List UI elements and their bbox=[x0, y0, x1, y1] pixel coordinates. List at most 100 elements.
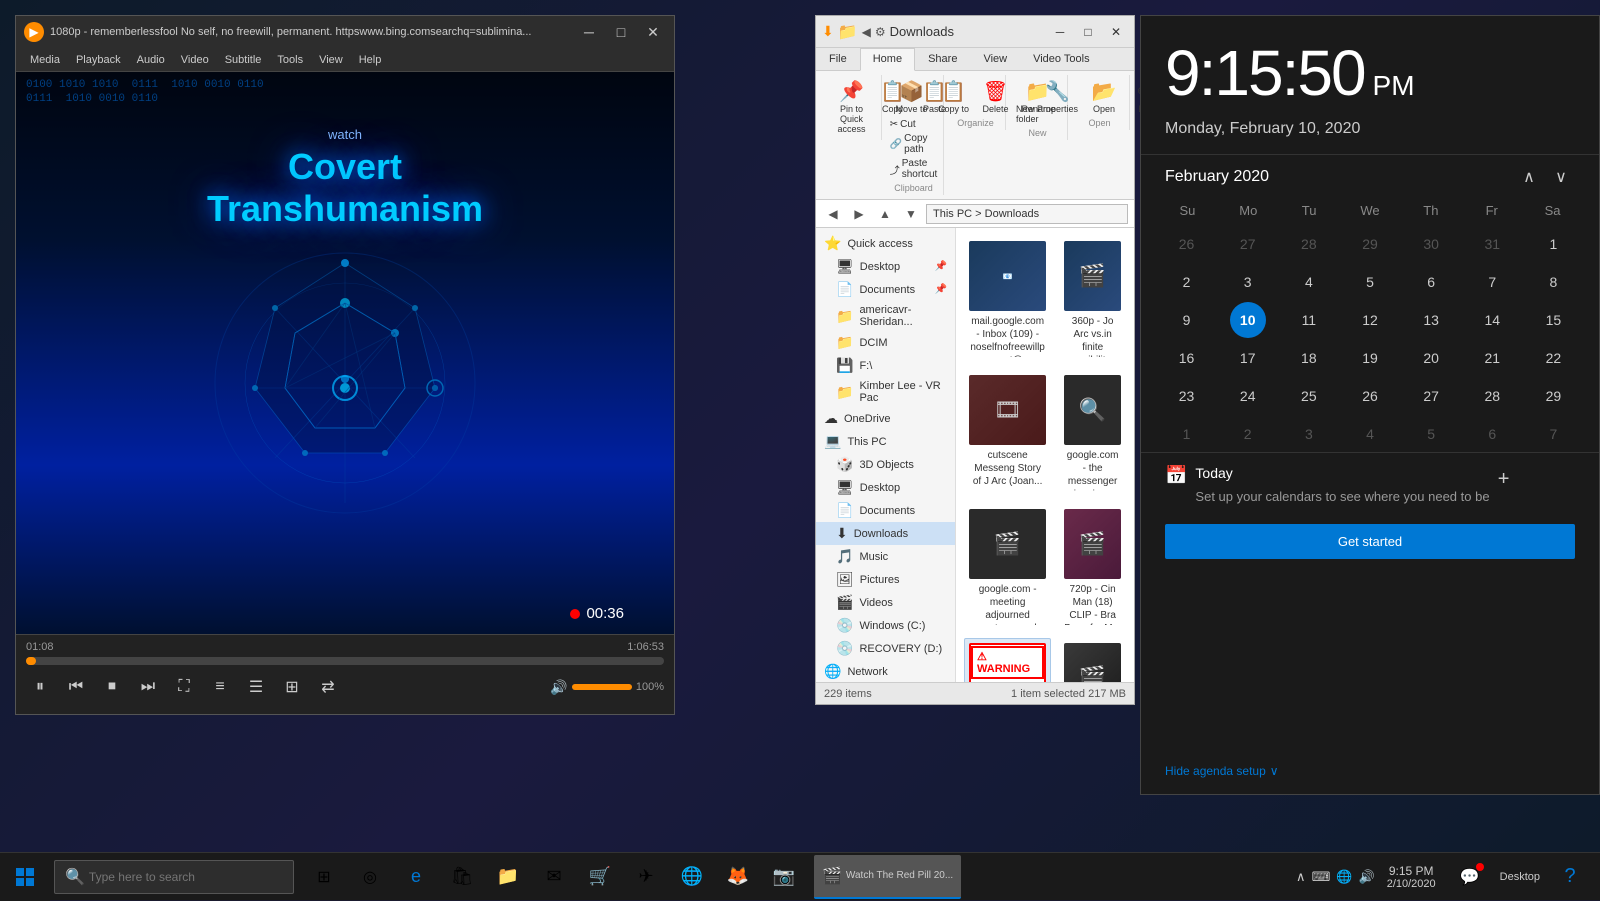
vlc-menu-media[interactable]: Media bbox=[24, 52, 66, 68]
sidebar-item-documents-1[interactable]: 📄 Documents 📌 bbox=[816, 278, 955, 301]
sidebar-item-f-drive[interactable]: 💾 F:\ bbox=[816, 354, 955, 377]
vlc-next-button[interactable]: ⏭ bbox=[134, 673, 162, 701]
recent-button[interactable]: ▼ bbox=[900, 203, 922, 225]
calendar-day-1[interactable]: 1 bbox=[1169, 416, 1205, 452]
tray-network-icon[interactable]: 🌐 bbox=[1336, 869, 1352, 885]
calendar-day-7[interactable]: 7 bbox=[1535, 416, 1571, 452]
taskbar-clock[interactable]: 9:15 PM 2/10/2020 bbox=[1379, 864, 1444, 890]
copy-path-button[interactable]: 🔗 Copy path bbox=[886, 132, 942, 156]
sidebar-item-pictures[interactable]: 🖼 Pictures bbox=[816, 568, 955, 591]
sidebar-item-desktop-1[interactable]: 🖥 Desktop 📌 bbox=[816, 255, 955, 278]
vlc-maximize-button[interactable]: □ bbox=[608, 19, 634, 45]
ribbon-tab-home[interactable]: Home bbox=[860, 48, 915, 71]
ie-button[interactable]: e bbox=[394, 855, 438, 899]
start-button[interactable] bbox=[0, 853, 50, 901]
ribbon-tab-share[interactable]: Share bbox=[915, 48, 970, 70]
sidebar-item-recovery-d[interactable]: 💿 RECOVERY (D:) bbox=[816, 637, 955, 660]
vlc-taskbar-app[interactable]: 🎬 Watch The Red Pill 20... bbox=[814, 855, 961, 899]
calendar-day-3[interactable]: 3 bbox=[1230, 264, 1266, 300]
vlc-menu-video[interactable]: Video bbox=[175, 52, 215, 68]
calendar-day-1[interactable]: 1 bbox=[1535, 226, 1571, 262]
sidebar-item-windows-c[interactable]: 💿 Windows (C:) bbox=[816, 614, 955, 637]
file-item-7[interactable]: 🎬 720p - On all time CLIMAX Prestige 2..… bbox=[1059, 638, 1126, 682]
calendar-day-26[interactable]: 26 bbox=[1352, 378, 1388, 414]
calendar-day-22[interactable]: 22 bbox=[1535, 340, 1571, 376]
ribbon-tab-file[interactable]: File bbox=[816, 48, 860, 70]
store-button[interactable]: 🛍 bbox=[440, 855, 484, 899]
calendar-day-19[interactable]: 19 bbox=[1352, 340, 1388, 376]
sidebar-item-3d-objects[interactable]: 🎲 3D Objects bbox=[816, 453, 955, 476]
calendar-day-13[interactable]: 13 bbox=[1413, 302, 1449, 338]
vlc-ext-button[interactable]: ⊞ bbox=[278, 673, 306, 701]
vlc-minimize-button[interactable]: ─ bbox=[576, 19, 602, 45]
vlc-stop-button[interactable]: ⏹ bbox=[98, 673, 126, 701]
calendar-day-15[interactable]: 15 bbox=[1535, 302, 1571, 338]
calendar-day-8[interactable]: 8 bbox=[1535, 264, 1571, 300]
vlc-menu-audio[interactable]: Audio bbox=[131, 52, 171, 68]
file-item-5[interactable]: 🎬 720p - Cin Man (18) CLIP - Bra Begs fo… bbox=[1059, 504, 1126, 630]
calendar-day-5[interactable]: 5 bbox=[1352, 264, 1388, 300]
sidebar-item-desktop-2[interactable]: 🖥 Desktop bbox=[816, 476, 955, 499]
calendar-prev-button[interactable]: ∧ bbox=[1515, 163, 1543, 191]
firefox-button[interactable]: 🦊 bbox=[716, 855, 760, 899]
calendar-day-23[interactable]: 23 bbox=[1169, 378, 1205, 414]
back-button[interactable]: ◀ bbox=[822, 203, 844, 225]
calendar-day-28[interactable]: 28 bbox=[1291, 226, 1327, 262]
file-item-4[interactable]: 🎬 google.com - meeting adjourned monster… bbox=[964, 504, 1051, 630]
vlc-playlist-button[interactable]: ☰ bbox=[242, 673, 270, 701]
sidebar-item-quick-access[interactable]: ⭐ Quick access bbox=[816, 232, 955, 255]
calendar-day-7[interactable]: 7 bbox=[1474, 264, 1510, 300]
calendar-day-27[interactable]: 27 bbox=[1413, 378, 1449, 414]
calendar-day-14[interactable]: 14 bbox=[1474, 302, 1510, 338]
sidebar-item-music[interactable]: 🎵 Music bbox=[816, 545, 955, 568]
calendar-day-29[interactable]: 29 bbox=[1535, 378, 1571, 414]
calendar-day-6[interactable]: 6 bbox=[1474, 416, 1510, 452]
cortana-button[interactable]: ◎ bbox=[348, 855, 392, 899]
vlc-menu-subtitle[interactable]: Subtitle bbox=[219, 52, 268, 68]
forward-button[interactable]: ▶ bbox=[848, 203, 870, 225]
calendar-day-18[interactable]: 18 bbox=[1291, 340, 1327, 376]
sidebar-item-network[interactable]: 🌐 Network bbox=[816, 660, 955, 682]
sidebar-item-documents-2[interactable]: 📄 Documents bbox=[816, 499, 955, 522]
amazon-button[interactable]: 🛒 bbox=[578, 855, 622, 899]
notification-button[interactable]: 💬 bbox=[1448, 855, 1492, 899]
calendar-day-9[interactable]: 9 bbox=[1169, 302, 1205, 338]
file-item-2[interactable]: 🎞 cutscene Messeng Story of J Arc (Joan.… bbox=[964, 370, 1051, 496]
open-button[interactable]: 📂 Open bbox=[1084, 77, 1124, 116]
vlc-fullscreen-button[interactable]: ⛶ bbox=[170, 673, 198, 701]
vlc-shuffle-button[interactable]: ⇄ bbox=[314, 673, 342, 701]
calendar-day-2[interactable]: 2 bbox=[1169, 264, 1205, 300]
up-button[interactable]: ▲ bbox=[874, 203, 896, 225]
tray-chevron-icon[interactable]: ∧ bbox=[1296, 869, 1306, 885]
vlc-video-area[interactable]: 0100 1010 1010 0111 1010 0010 0110 0111 … bbox=[16, 72, 674, 634]
calendar-day-12[interactable]: 12 bbox=[1352, 302, 1388, 338]
pin-to-quick-access-button[interactable]: 📌 Pin to Quick access bbox=[826, 77, 877, 136]
calendar-day-4[interactable]: 4 bbox=[1291, 264, 1327, 300]
taskbar-search-input[interactable] bbox=[89, 870, 283, 884]
vlc-progress-bar[interactable] bbox=[26, 657, 664, 665]
cut-button[interactable]: ✂ Cut bbox=[886, 118, 942, 131]
tray-volume-icon[interactable]: 🔊 bbox=[1359, 869, 1375, 885]
ribbon-tab-video-tools[interactable]: Video Tools bbox=[1020, 48, 1102, 70]
help-button[interactable]: ? bbox=[1548, 855, 1592, 899]
sidebar-item-downloads[interactable]: ⬇ Downloads bbox=[816, 522, 955, 545]
calendar-day-2[interactable]: 2 bbox=[1230, 416, 1266, 452]
calendar-day-5[interactable]: 5 bbox=[1413, 416, 1449, 452]
desktop-label[interactable]: Desktop bbox=[1496, 867, 1544, 887]
calendar-next-button[interactable]: ∨ bbox=[1547, 163, 1575, 191]
vlc-menu-view[interactable]: View bbox=[313, 52, 349, 68]
file-item-0[interactable]: 📧 mail.google.com - Inbox (109) - noself… bbox=[964, 236, 1051, 362]
paste-shortcut-button[interactable]: ⤴ Paste shortcut bbox=[886, 157, 942, 181]
address-path[interactable]: This PC > Downloads bbox=[926, 204, 1128, 224]
vlc-eq-button[interactable]: ≡ bbox=[206, 673, 234, 701]
calendar-day-24[interactable]: 24 bbox=[1230, 378, 1266, 414]
mail-button[interactable]: ✉ bbox=[532, 855, 576, 899]
sidebar-item-videos[interactable]: 🎬 Videos bbox=[816, 591, 955, 614]
calendar-day-21[interactable]: 21 bbox=[1474, 340, 1510, 376]
hide-agenda-button[interactable]: Hide agenda setup ∨ bbox=[1165, 764, 1279, 778]
calendar-day-27[interactable]: 27 bbox=[1230, 226, 1266, 262]
calendar-day-3[interactable]: 3 bbox=[1291, 416, 1327, 452]
file-explorer-taskbar-button[interactable]: 📁 bbox=[486, 855, 530, 899]
file-item-6[interactable]: ⚠ WARNING ONLY THESTRONG SURVIVE 1080p -… bbox=[964, 638, 1051, 682]
calendar-day-28[interactable]: 28 bbox=[1474, 378, 1510, 414]
